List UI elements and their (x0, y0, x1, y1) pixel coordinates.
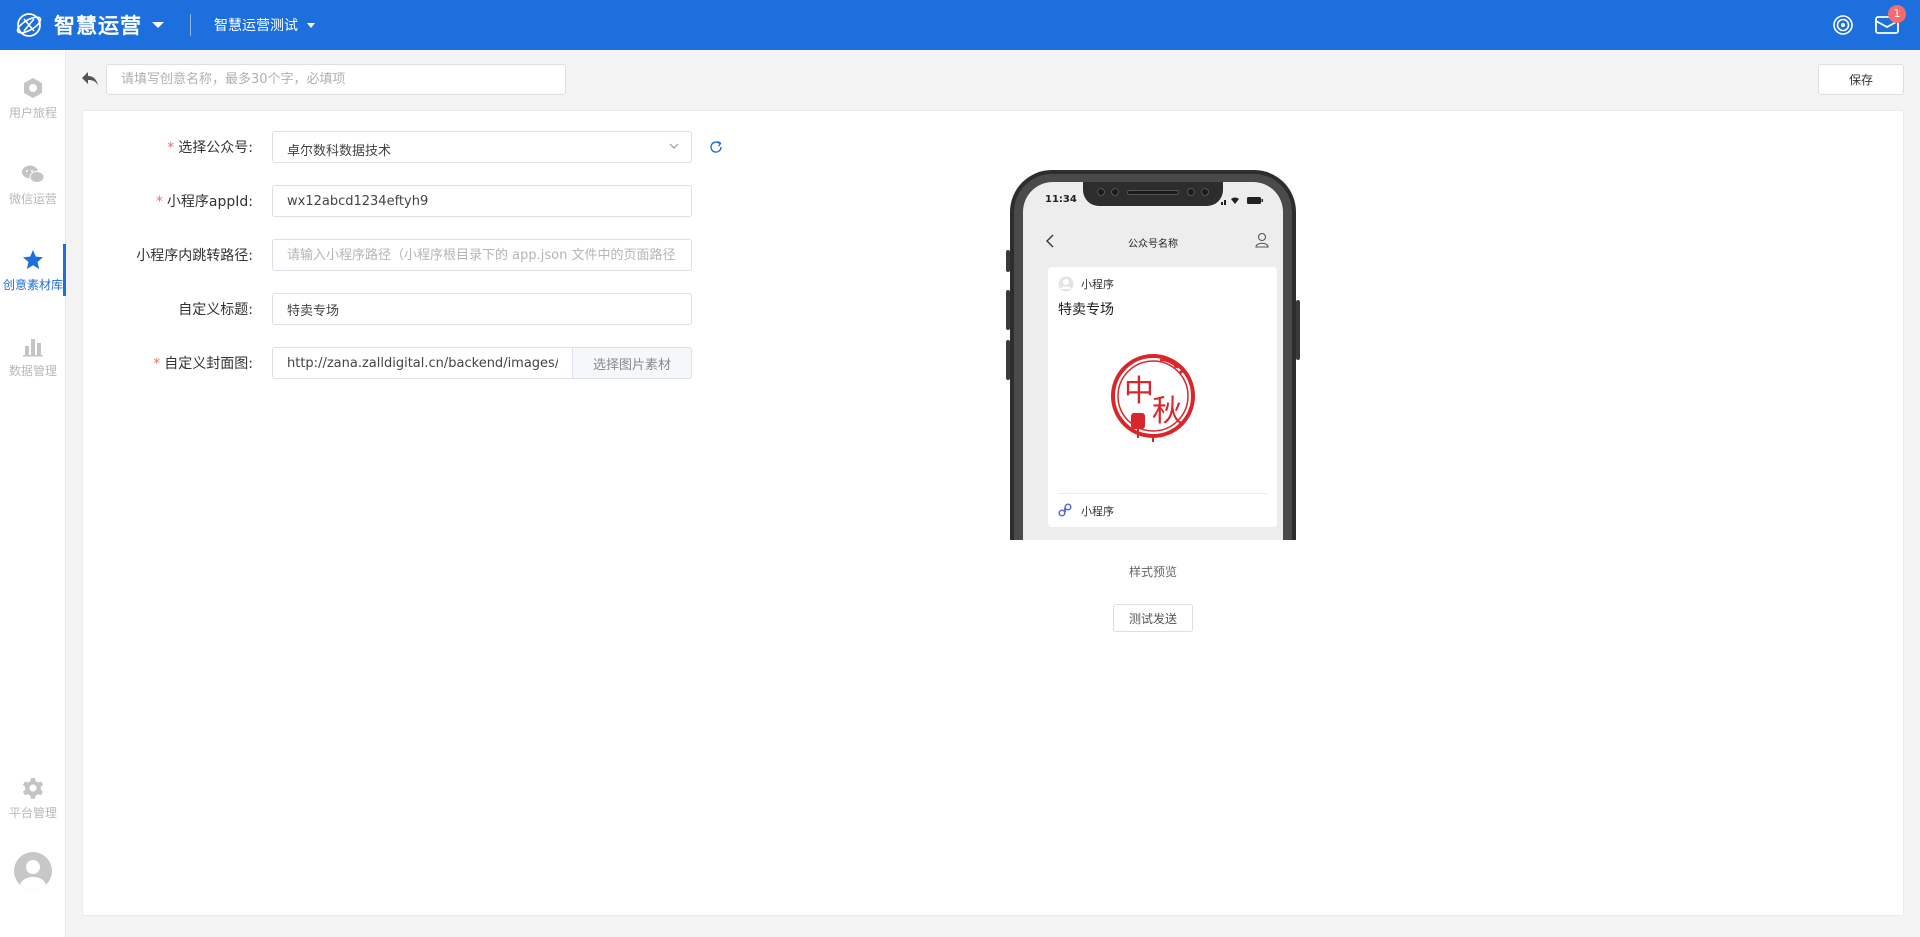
back-arrow-icon[interactable] (80, 70, 100, 88)
bar-chart-icon (23, 339, 43, 357)
phone-notch (1083, 182, 1223, 206)
sidebar-item-platform[interactable]: 平台管理 (0, 768, 66, 828)
card-footer-label: 小程序 (1081, 505, 1114, 518)
chevron-down-icon (307, 22, 315, 28)
test-send-button[interactable]: 测试发送 (1113, 604, 1193, 632)
choose-image-button[interactable]: 选择图片素材 (572, 347, 692, 379)
mini-program-card: 小程序 特卖专场 中 秋 小程序 (1048, 267, 1277, 527)
sidebar-item-label: 平台管理 (8, 806, 57, 820)
required-mark: * (167, 140, 175, 156)
account-label: * 选择公众号: (83, 137, 253, 157)
status-time: 11:34 (1045, 194, 1077, 205)
user-avatar-icon (20, 860, 46, 890)
card-divider (1058, 493, 1267, 494)
phone-side-button (1296, 300, 1300, 360)
header-divider (190, 14, 191, 36)
form-row-account: * 选择公众号: 卓尔数科数据技术 (83, 131, 903, 163)
cover-image: 中 秋 (1111, 354, 1195, 442)
camera-dot (1201, 188, 1209, 196)
sidebar-item-label: 用户旅程 (8, 106, 57, 120)
phone-screen: 11:34 公众号名称 小程序 特卖专场 中 秋 小程序 (1023, 182, 1283, 540)
speaker-grille (1127, 190, 1179, 195)
title-label: 自定义标题: (178, 302, 253, 318)
required-mark: * (155, 194, 163, 210)
chevron-down-icon (669, 143, 679, 149)
project-name: 智慧运营测试 (214, 18, 298, 34)
sensor-dot (1111, 188, 1119, 196)
status-icons (1221, 197, 1263, 205)
app-logo-icon (16, 13, 42, 37)
sidebar: 用户旅程 微信运营 创意素材库 数据管理 平台管理 (0, 50, 66, 937)
sidebar-item-data-management[interactable]: 数据管理 (0, 326, 66, 386)
required-mark: * (153, 356, 161, 372)
card-title: 特卖专场 (1058, 302, 1114, 318)
mini-program-link-icon (1058, 503, 1072, 517)
sidebar-item-label: 创意素材库 (2, 278, 63, 292)
refresh-icon[interactable] (708, 139, 724, 155)
label-text: 自定义封面图: (164, 356, 253, 372)
save-button[interactable]: 保存 (1818, 64, 1904, 95)
settings-icon[interactable] (1832, 14, 1854, 36)
sensor-dot (1187, 188, 1195, 196)
sidebar-item-user-journey[interactable]: 用户旅程 (0, 68, 66, 128)
brand-switcher[interactable]: 智慧运营 (14, 10, 164, 40)
mini-program-avatar-icon (1058, 276, 1074, 292)
account-select-value: 卓尔数科数据技术 (287, 144, 392, 159)
sidebar-item-creative-library[interactable]: 创意素材库 (0, 240, 66, 300)
journey-icon (24, 78, 42, 98)
notification-badge: 1 (1888, 5, 1906, 23)
appid-label: * 小程序appId: (83, 191, 253, 211)
form-row-title: 自定义标题: (83, 293, 903, 325)
form-row-path: 小程序内跳转路径: (83, 239, 903, 271)
label-text: 选择公众号: (178, 140, 253, 156)
project-switcher[interactable]: 智慧运营测试 (214, 15, 315, 35)
cover-label: * 自定义封面图: (83, 353, 253, 373)
path-label: 小程序内跳转路径: (136, 248, 253, 264)
label-text: 小程序appId: (166, 194, 253, 210)
user-icon (1255, 232, 1269, 248)
star-icon (23, 250, 43, 269)
phone-preview: 11:34 公众号名称 小程序 特卖专场 中 秋 小程序 (1006, 170, 1300, 540)
sidebar-item-wechat[interactable]: 微信运营 (0, 154, 66, 214)
brand-name: 智慧运营 (54, 14, 142, 38)
account-select[interactable]: 卓尔数科数据技术 (272, 131, 692, 163)
cover-url-input[interactable] (272, 347, 572, 379)
form-row-cover: *自定义封面图: 选择图片素材 (83, 347, 903, 379)
camera-dot (1097, 188, 1105, 196)
path-input[interactable] (272, 239, 692, 271)
chevron-down-icon (152, 22, 164, 28)
cover-char: 中 (1124, 374, 1154, 409)
title-input[interactable] (272, 293, 692, 325)
wechat-icon (22, 165, 45, 183)
preview-caption: 样式预览 (1128, 565, 1177, 579)
nav-title: 公众号名称 (1128, 239, 1178, 250)
top-bar: 智慧运营 智慧运营测试 1 (0, 0, 1920, 50)
sidebar-item-label: 数据管理 (8, 364, 57, 378)
mini-program-name: 小程序 (1081, 278, 1114, 291)
cover-char: 秋 (1152, 394, 1182, 429)
appid-input[interactable] (272, 185, 692, 217)
sidebar-item-label: 微信运营 (8, 192, 57, 206)
creative-name-input[interactable] (106, 64, 566, 95)
creative-form-card: *选择公众号: 卓尔数科数据技术 *小程序appId: 小程序内跳转路径: 自定… (82, 110, 1904, 916)
avatar[interactable] (14, 852, 52, 890)
gear-icon (22, 778, 44, 799)
form-row-appid: * 小程序appId: (83, 185, 903, 217)
